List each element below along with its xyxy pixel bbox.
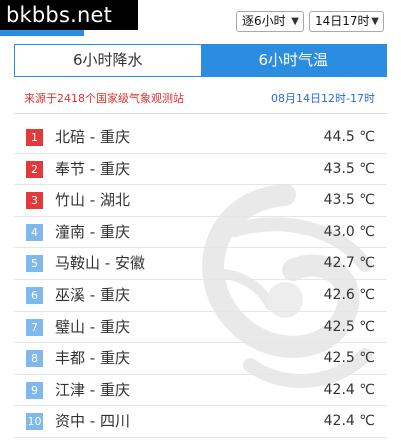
rank-badge: 8: [26, 350, 43, 368]
station-name: 马鞍山 - 安徽: [55, 254, 145, 273]
temperature-value: 42.5 ℃: [323, 350, 375, 367]
rank-badge: 7: [26, 318, 43, 336]
time-select-value: 14日17时: [315, 14, 370, 28]
temperature-value: 42.7 ℃: [323, 255, 375, 272]
data-source-text: 来源于2418个国家级气象观测站: [24, 92, 184, 105]
list-item[interactable]: 4 潼南 - 重庆 43.0 ℃: [14, 217, 387, 249]
time-select[interactable]: 14日17时 ▼: [309, 11, 384, 32]
station-name: 资中 - 四川: [55, 412, 130, 431]
tab-temperature[interactable]: 6小时气温: [200, 45, 386, 76]
temperature-value: 43.5 ℃: [323, 160, 375, 177]
top-bar: bkbbs.net 逐6小时 ▼ 14日17时 ▼: [0, 0, 401, 42]
temperature-value: 42.5 ℃: [323, 318, 375, 335]
list-item[interactable]: 1 北碚 - 重庆 44.5 ℃: [14, 122, 387, 154]
list-item[interactable]: 8 丰都 - 重庆 42.5 ℃: [14, 343, 387, 375]
list-item[interactable]: 7 璧山 - 重庆 42.5 ℃: [14, 312, 387, 344]
list-item[interactable]: 6 巫溪 - 重庆 42.6 ℃: [14, 280, 387, 312]
time-period-text: 08月14日12时-17时: [271, 92, 375, 105]
station-name: 竹山 - 湖北: [55, 191, 130, 210]
rank-badge: 10: [26, 413, 43, 431]
station-name: 巫溪 - 重庆: [55, 285, 130, 304]
info-row: 来源于2418个国家级气象观测站 08月14日12时-17时: [14, 88, 387, 114]
watermark-label: bkbbs.net: [0, 0, 138, 30]
chevron-down-icon: ▼: [291, 16, 299, 27]
rank-badge: 1: [26, 129, 43, 146]
temperature-value: 42.4 ℃: [323, 413, 375, 430]
ranking-list: 1 北碚 - 重庆 44.5 ℃ 2 奉节 - 重庆 43.5 ℃ 3 竹山 -…: [14, 122, 387, 438]
list-item[interactable]: 2 奉节 - 重庆 43.5 ℃: [14, 154, 387, 186]
station-name: 江津 - 重庆: [55, 380, 130, 399]
station-name: 奉节 - 重庆: [55, 159, 130, 178]
list-item[interactable]: 10 资中 - 四川 42.4 ℃: [14, 406, 387, 438]
station-name: 丰都 - 重庆: [55, 349, 130, 368]
rank-badge: 4: [26, 223, 43, 241]
list-item[interactable]: 5 马鞍山 - 安徽 42.7 ℃: [14, 248, 387, 280]
rank-badge: 9: [26, 381, 43, 399]
temperature-value: 44.5 ℃: [323, 129, 375, 145]
interval-select-value: 逐6小时: [242, 14, 286, 28]
header-accent-strip: [0, 30, 84, 36]
station-name: 潼南 - 重庆: [55, 222, 130, 241]
interval-select[interactable]: 逐6小时 ▼: [236, 11, 304, 32]
rank-badge: 3: [26, 192, 43, 210]
temperature-value: 43.0 ℃: [323, 223, 375, 240]
list-item[interactable]: 9 江津 - 重庆 42.4 ℃: [14, 375, 387, 407]
station-name: 璧山 - 重庆: [55, 317, 130, 336]
rank-badge: 6: [26, 286, 43, 304]
rank-badge: 5: [26, 255, 43, 273]
station-name: 北碚 - 重庆: [55, 128, 130, 146]
rank-badge: 2: [26, 160, 43, 178]
chevron-down-icon: ▼: [371, 16, 379, 27]
list-item[interactable]: 3 竹山 - 湖北 43.5 ℃: [14, 185, 387, 217]
tab-precipitation[interactable]: 6小时降水: [15, 45, 201, 76]
temperature-value: 42.4 ℃: [323, 381, 375, 398]
temperature-value: 43.5 ℃: [323, 192, 375, 209]
tab-bar: 6小时降水 6小时气温: [14, 44, 387, 77]
temperature-value: 42.6 ℃: [323, 286, 375, 303]
